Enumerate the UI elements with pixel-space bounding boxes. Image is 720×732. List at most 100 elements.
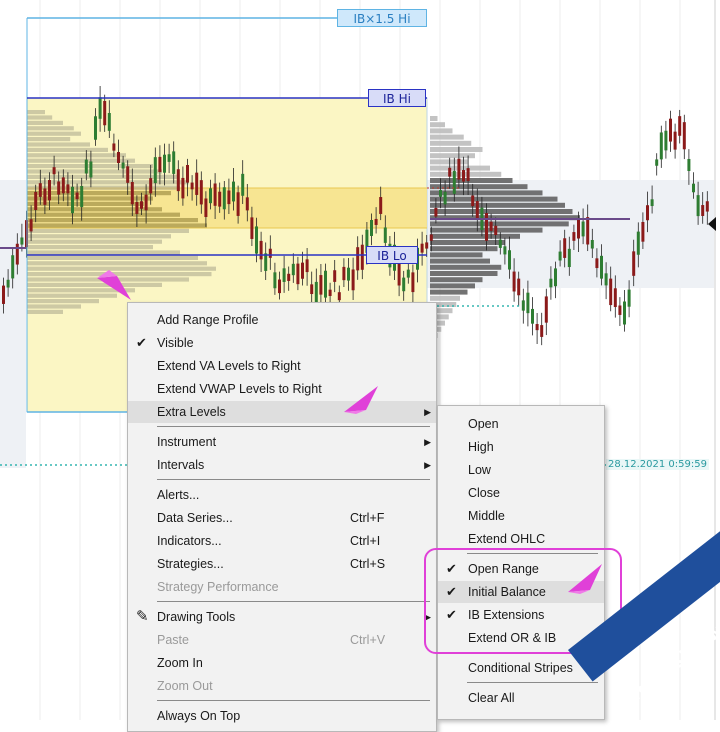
candle-body bbox=[360, 244, 364, 270]
candle-body bbox=[52, 167, 56, 175]
candle-body bbox=[613, 288, 617, 308]
profile-bar bbox=[27, 212, 180, 217]
menu-item-label: Paste bbox=[157, 633, 189, 647]
menu-separator bbox=[467, 682, 598, 683]
menu-item-extend-vwap-levels-to-right[interactable]: Extend VWAP Levels to Right bbox=[128, 378, 436, 400]
menu-item-shortcut: Ctrl+I bbox=[350, 534, 381, 548]
menu-item-label: Zoom Out bbox=[157, 679, 213, 693]
submenu-item-low[interactable]: Low bbox=[438, 459, 604, 481]
menu-item-instrument[interactable]: Instrument ▶ bbox=[128, 431, 436, 453]
menu-item-intervals[interactable]: Intervals ▶ bbox=[128, 454, 436, 476]
pencil-icon: ✎ bbox=[136, 608, 149, 625]
candle-body bbox=[448, 167, 452, 177]
candle-body bbox=[89, 161, 93, 178]
candle-body bbox=[383, 227, 387, 243]
profile-bar bbox=[430, 134, 464, 140]
candle-body bbox=[305, 259, 309, 273]
submenu-item-close[interactable]: Close bbox=[438, 482, 604, 504]
profile-bar bbox=[27, 218, 198, 223]
candle-body bbox=[259, 240, 263, 260]
profile-bar bbox=[27, 147, 108, 152]
candle-body bbox=[517, 278, 521, 296]
candle-body bbox=[673, 131, 677, 150]
candle-body bbox=[98, 97, 102, 119]
profile-bar bbox=[27, 245, 153, 250]
submenu-item-label: High bbox=[468, 440, 494, 454]
candle-body bbox=[590, 239, 594, 249]
candle-body bbox=[406, 269, 410, 278]
checkmark-icon: ✔ bbox=[136, 335, 147, 350]
candle-body bbox=[650, 199, 654, 207]
candle-body bbox=[558, 251, 562, 261]
menu-item-zoom-in[interactable]: Zoom In bbox=[128, 652, 436, 674]
menu-item-zoom-out: Zoom Out bbox=[128, 675, 436, 697]
candle-body bbox=[135, 202, 139, 214]
candle-body bbox=[255, 226, 258, 254]
menu-item-data-series[interactable]: Data Series... Ctrl+F bbox=[128, 507, 436, 529]
candle-body bbox=[397, 262, 401, 286]
profile-bar bbox=[27, 131, 81, 136]
candle-body bbox=[687, 158, 691, 172]
candle-body bbox=[646, 205, 649, 221]
menu-item-label: Visible bbox=[157, 336, 194, 350]
menu-item-always-on-top[interactable]: Always On Top bbox=[128, 705, 436, 727]
menu-item-extend-va-levels-to-right[interactable]: Extend VA Levels to Right bbox=[128, 355, 436, 377]
candle-body bbox=[172, 151, 176, 174]
candle-body bbox=[705, 201, 709, 212]
profile-bar bbox=[430, 277, 483, 283]
menu-separator bbox=[157, 479, 430, 480]
candle-body bbox=[66, 184, 70, 194]
menu-item-strategy-performance: Strategy Performance bbox=[128, 576, 436, 598]
menu-item-extra-levels[interactable]: Extra Levels ▶ bbox=[128, 401, 436, 423]
candle-body bbox=[20, 237, 24, 245]
submenu-arrow-icon: ▶ bbox=[424, 407, 431, 417]
menu-item-indicators[interactable]: Indicators... Ctrl+I bbox=[128, 530, 436, 552]
submenu-item-clear-all[interactable]: Clear All bbox=[438, 687, 604, 709]
candle-body bbox=[581, 221, 585, 237]
candle-body bbox=[121, 162, 125, 169]
candle-body bbox=[595, 258, 599, 269]
profile-bar bbox=[430, 283, 475, 289]
submenu-item-label: Middle bbox=[468, 509, 505, 523]
candle-body bbox=[337, 292, 341, 301]
profile-bar bbox=[27, 239, 162, 244]
candle-body bbox=[195, 172, 199, 195]
submenu-item-high[interactable]: High bbox=[438, 436, 604, 458]
candle-body bbox=[15, 243, 19, 265]
submenu-item-open[interactable]: Open bbox=[438, 413, 604, 435]
profile-bar bbox=[430, 140, 472, 146]
menu-item-label: Intervals bbox=[157, 458, 205, 472]
ib-lo-label: IB Lo bbox=[366, 246, 418, 264]
candle-body bbox=[48, 180, 51, 201]
candle-body bbox=[153, 157, 157, 184]
profile-bar bbox=[27, 309, 63, 314]
candle-body bbox=[531, 308, 534, 324]
menu-item-alerts[interactable]: Alerts... bbox=[128, 484, 436, 506]
menu-item-strategies[interactable]: Strategies... Ctrl+S bbox=[128, 553, 436, 575]
profile-bar bbox=[430, 209, 573, 214]
candle-body bbox=[535, 324, 539, 331]
submenu-item-extend-ohlc[interactable]: Extend OHLC bbox=[438, 528, 604, 550]
profile-bar bbox=[27, 250, 180, 255]
menu-item-shortcut: Ctrl+F bbox=[350, 511, 385, 525]
menu-item-label: Extra Levels bbox=[157, 405, 226, 419]
candle-body bbox=[627, 289, 631, 307]
candle-body bbox=[641, 221, 645, 242]
candle-body bbox=[549, 278, 553, 288]
candle-body bbox=[126, 166, 130, 183]
candle-body bbox=[494, 225, 498, 236]
submenu-item-middle[interactable]: Middle bbox=[438, 505, 604, 527]
candle-body bbox=[439, 190, 442, 197]
candle-body bbox=[655, 159, 659, 166]
candle-body bbox=[6, 279, 10, 288]
menu-item-add-range-profile[interactable]: Add Range Profile bbox=[128, 309, 436, 331]
candle-body bbox=[508, 250, 511, 270]
candle-body bbox=[485, 212, 488, 241]
candle-body bbox=[425, 242, 429, 249]
candle-body bbox=[503, 246, 507, 255]
candle-body bbox=[567, 248, 571, 268]
candle-body bbox=[351, 269, 355, 291]
menu-item-drawing-tools[interactable]: ✎ Drawing Tools ▶ bbox=[128, 606, 436, 628]
candle-body bbox=[429, 234, 433, 241]
menu-item-visible[interactable]: ✔ Visible bbox=[128, 332, 436, 354]
